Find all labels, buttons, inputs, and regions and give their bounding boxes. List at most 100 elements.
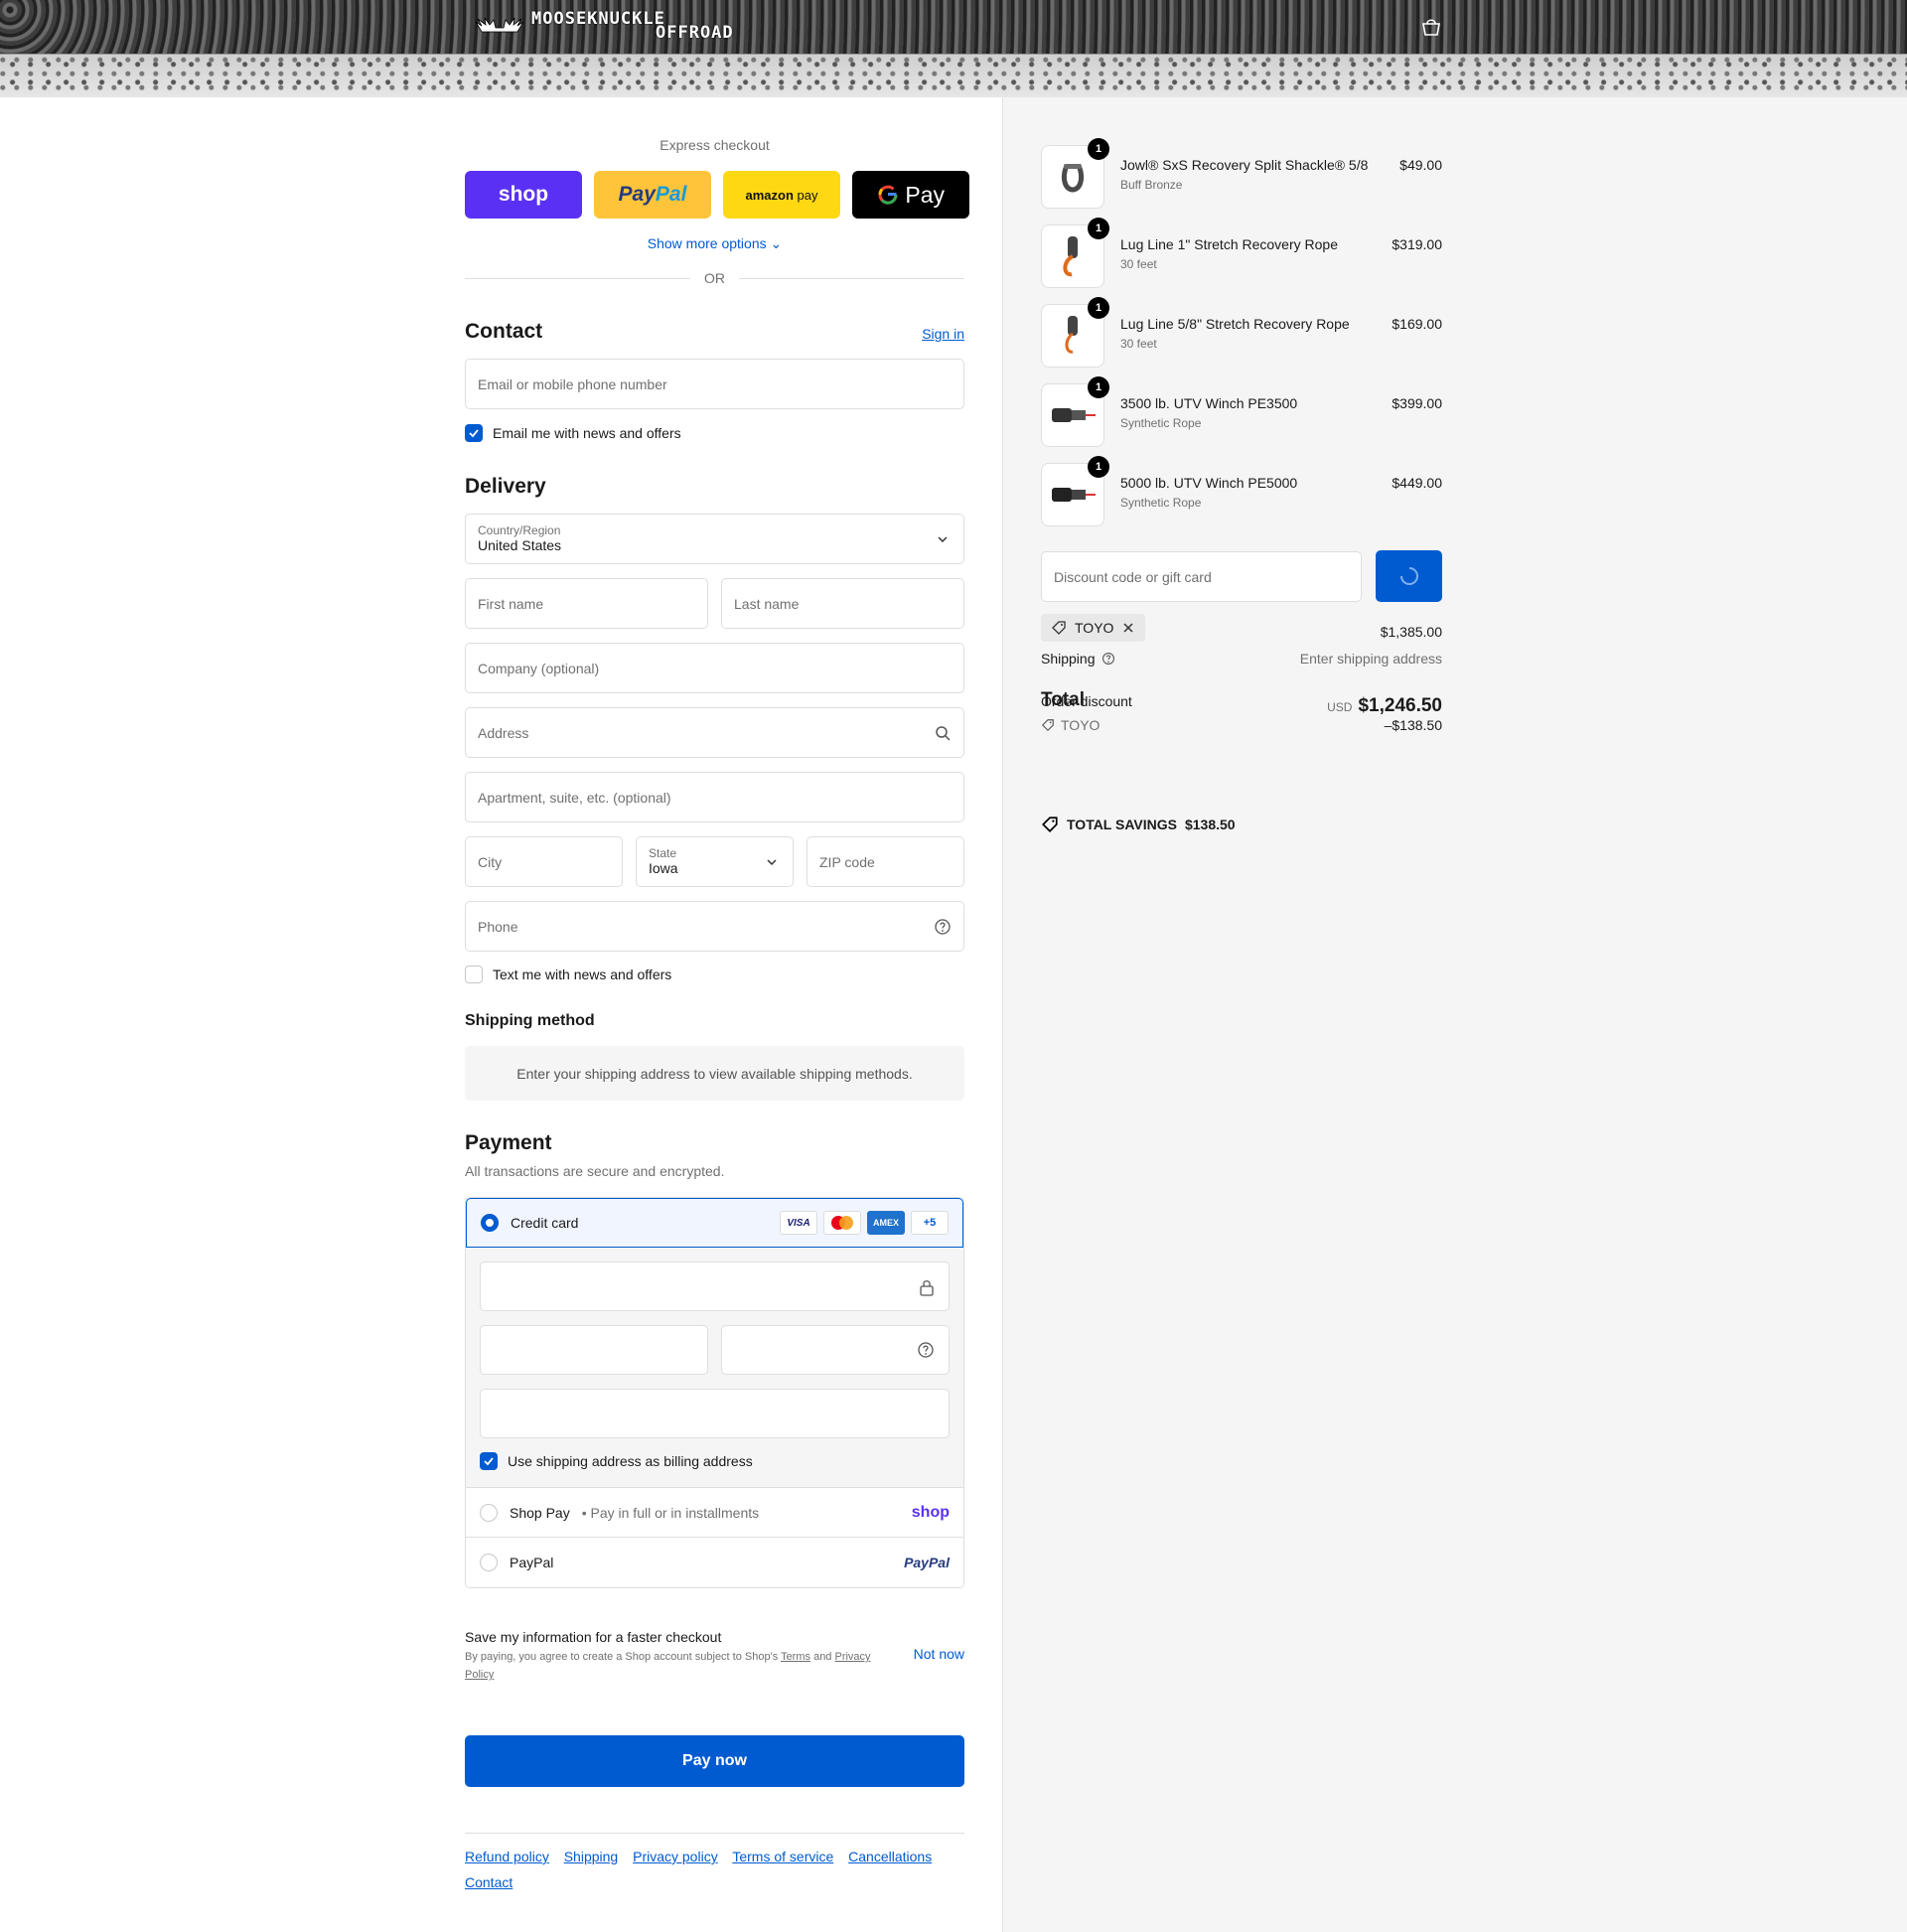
card-cvv-input[interactable]	[721, 1325, 950, 1375]
card-badges: VISA AMEX +5	[780, 1211, 949, 1235]
item-variant: Buff Bronze	[1120, 178, 1183, 192]
shop-pay-note: • Pay in full or in installments	[581, 1504, 760, 1521]
check-icon	[484, 1457, 494, 1466]
zip-field[interactable]: ZIP code	[807, 836, 964, 887]
shipping-label-wrap: Shipping	[1041, 651, 1115, 667]
country-value: United States	[478, 536, 562, 553]
item-variant: Synthetic Rope	[1120, 416, 1202, 430]
city-placeholder: City	[478, 853, 503, 870]
header-texture	[0, 0, 1907, 55]
mastercard-badge	[823, 1211, 861, 1235]
item-name: Lug Line 5/8" Stretch Recovery Rope	[1120, 316, 1350, 332]
state-select[interactable]: State Iowa	[636, 836, 794, 887]
quantity-badge: 1	[1088, 297, 1109, 319]
help-icon[interactable]	[1101, 652, 1115, 666]
card-number-input[interactable]	[480, 1262, 950, 1311]
paypal-button[interactable]: PayPal	[594, 171, 711, 219]
show-more-options-link[interactable]: Show more options ⌄	[465, 235, 964, 252]
email-news-option[interactable]: Email me with news and offers	[465, 424, 681, 442]
billing-same-checkbox[interactable]	[480, 1452, 498, 1470]
total-amount: USD $1,246.50	[1327, 695, 1442, 717]
card-name-input[interactable]	[480, 1389, 950, 1438]
or-divider: OR	[465, 270, 964, 286]
billing-same-option[interactable]: Use shipping address as billing address	[480, 1452, 753, 1470]
city-field[interactable]: City	[465, 836, 623, 887]
terms-link[interactable]: Terms	[781, 1651, 810, 1663]
sms-news-option[interactable]: Text me with news and offers	[465, 966, 671, 983]
item-price: $49.00	[1399, 157, 1442, 173]
item-variant: Synthetic Rope	[1120, 496, 1202, 510]
or-text: OR	[704, 270, 725, 286]
order-discount-label: Order discount	[1041, 693, 1132, 709]
credit-card-radio[interactable]	[481, 1214, 499, 1232]
cancellations-link[interactable]: Cancellations	[848, 1849, 932, 1864]
legal-and: and	[810, 1651, 835, 1663]
credit-card-option[interactable]: Credit card VISA AMEX +5	[466, 1198, 963, 1248]
first-name-placeholder: First name	[478, 595, 544, 612]
paypal-option[interactable]: PayPal PayPal	[466, 1538, 963, 1587]
country-select[interactable]: Country/Region United States	[465, 514, 964, 564]
moose-antler-icon	[475, 17, 524, 33]
store-logo[interactable]: MOOSEKNUCKLE OFFROAD	[474, 11, 734, 42]
email-news-checkbox[interactable]	[465, 424, 483, 442]
footer-links: Refund policy Shipping Privacy policy Te…	[465, 1844, 964, 1895]
express-buttons: shop PayPal amazon pay Pay	[465, 171, 969, 219]
sms-news-checkbox[interactable]	[465, 966, 483, 983]
shackle-image	[1061, 164, 1085, 193]
company-field[interactable]: Company (optional)	[465, 643, 964, 693]
shop-pay-radio[interactable]	[480, 1503, 498, 1522]
total-savings: TOTAL SAVINGS $138.50	[1041, 816, 1236, 833]
pay-now-button[interactable]: Pay now	[465, 1735, 964, 1787]
apartment-field[interactable]: Apartment, suite, etc. (optional)	[465, 772, 964, 822]
google-pay-button[interactable]: Pay	[852, 171, 969, 219]
discount-code-input[interactable]: Discount code or gift card	[1041, 551, 1362, 602]
payment-heading: Payment	[465, 1131, 552, 1154]
total-label-wrap: Total Order discount	[1041, 689, 1160, 711]
google-pay-text: Pay	[905, 181, 946, 208]
privacy-policy-link[interactable]: Privacy policy	[633, 1849, 718, 1864]
shop-logo: shop	[911, 1503, 950, 1521]
shop-pay-option[interactable]: Shop Pay • Pay in full or in installment…	[466, 1488, 963, 1538]
footer-divider	[465, 1833, 964, 1834]
billing-same-label: Use shipping address as billing address	[508, 1453, 753, 1469]
product-thumbnail: 1	[1041, 376, 1109, 447]
first-name-field[interactable]: First name	[465, 578, 708, 629]
contact-link[interactable]: Contact	[465, 1874, 513, 1890]
total-currency: USD	[1327, 700, 1353, 714]
email-field[interactable]: Email or mobile phone number	[465, 359, 964, 409]
terms-of-service-link[interactable]: Terms of service	[732, 1849, 833, 1864]
not-now-button[interactable]: Not now	[914, 1646, 964, 1662]
phone-field[interactable]: Phone	[465, 901, 964, 952]
shop-pay-logo: shop	[498, 183, 549, 206]
discount-row: TOYO –$138.50	[1041, 717, 1442, 733]
visa-badge: VISA	[780, 1211, 817, 1235]
shipping-policy-link[interactable]: Shipping	[564, 1849, 619, 1864]
product-thumbnail: 1	[1041, 297, 1109, 368]
apartment-placeholder: Apartment, suite, etc. (optional)	[478, 789, 671, 806]
help-icon[interactable]	[917, 1341, 935, 1359]
email-placeholder: Email or mobile phone number	[478, 375, 667, 392]
last-name-field[interactable]: Last name	[721, 578, 964, 629]
refund-policy-link[interactable]: Refund policy	[465, 1849, 549, 1864]
item-name: Lug Line 1" Stretch Recovery Rope	[1120, 236, 1338, 252]
card-expiry-input[interactable]	[480, 1325, 708, 1375]
contact-heading: Contact	[465, 320, 543, 343]
sign-in-link[interactable]: Sign in	[922, 326, 964, 342]
amazon-pay-button[interactable]: amazon pay	[723, 171, 840, 219]
rope-image	[1063, 236, 1078, 277]
shop-pay-button[interactable]: shop	[465, 171, 582, 219]
help-icon[interactable]	[934, 918, 952, 936]
paypal-label: PayPal	[510, 1555, 554, 1570]
legal-text: By paying, you agree to create a Shop ac…	[465, 1651, 782, 1663]
country-label: Country/Region	[478, 522, 561, 537]
apply-discount-button[interactable]	[1376, 550, 1442, 602]
phone-placeholder: Phone	[478, 918, 518, 935]
address-field[interactable]: Address	[465, 707, 964, 758]
lock-icon	[920, 1280, 934, 1296]
payment-options: Credit card VISA AMEX +5 Use shipping ad…	[465, 1197, 964, 1588]
paypal-radio[interactable]	[480, 1554, 498, 1571]
bag-icon[interactable]	[1420, 17, 1442, 37]
product-thumbnail: 1	[1041, 218, 1109, 288]
line-item: 1 Lug Line 1" Stretch Recovery Rope 30 f…	[1041, 218, 1442, 288]
rope-image	[1065, 316, 1078, 354]
